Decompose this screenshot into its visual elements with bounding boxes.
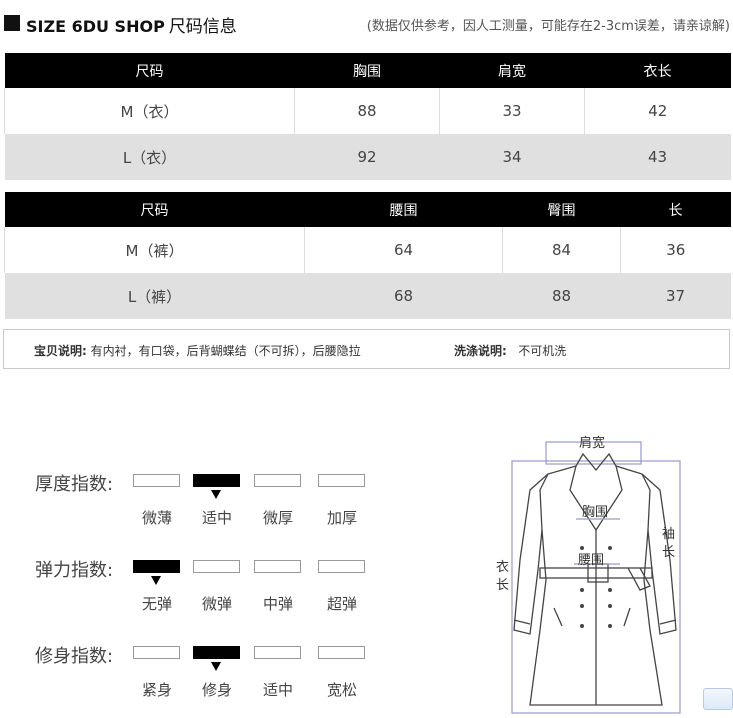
scale-option-label: 无弹 — [141, 595, 172, 613]
waist-label: 腰围 — [578, 553, 604, 568]
pocket-flaps — [553, 607, 631, 627]
column-header: 长 — [620, 192, 731, 227]
column-header: 衣长 — [584, 53, 731, 88]
scale-label: 厚度指数: — [35, 474, 114, 495]
scale-box — [133, 646, 180, 659]
table-cell: 88 — [294, 88, 440, 134]
bottom-size-table: 尺码 腰围 臀围 长 M（裤） 64 84 36 L（裤） 68 88 37 — [4, 192, 731, 319]
coat-measurement-diagram: 肩宽 胸围 腰围 袖 长 衣 长 — [496, 435, 681, 714]
item-description: 宝贝说明: 有内衬，有口袋，后背蝴蝶结（不可拆），后腰隐拉 — [34, 342, 361, 359]
table-cell: 37 — [620, 273, 731, 319]
size-cell: M（衣） — [4, 88, 295, 134]
scale-box — [318, 474, 365, 487]
scale-label: 修身指数: — [35, 646, 114, 667]
sleeve-cuffs — [513, 619, 677, 625]
wash-description-text: 不可机洗 — [518, 344, 567, 358]
table-header-row: 尺码 胸围 肩宽 衣长 — [4, 53, 731, 88]
scale-option-label: 宽松 — [326, 681, 357, 699]
measurement-note: (数据仅供参考，因人工测量，可能存在2-3cm误差，请亲谅解) — [366, 19, 730, 34]
selected-arrow-icon — [211, 662, 221, 671]
table-cell: 43 — [584, 134, 731, 180]
scale-option-label: 微薄 — [141, 509, 172, 527]
table-row: M（衣） 88 33 42 — [4, 88, 731, 134]
table-cell: 84 — [502, 227, 621, 273]
column-header: 肩宽 — [439, 53, 585, 88]
scale-box — [193, 560, 240, 573]
belt-tail — [627, 567, 651, 591]
scale-box — [133, 474, 180, 487]
column-header: 腰围 — [304, 192, 503, 227]
scale-box — [254, 560, 301, 573]
selected-arrow-icon — [151, 576, 161, 585]
scale-option-label: 修身 — [201, 681, 232, 699]
length-label-1: 衣 — [496, 559, 509, 575]
scale-option-label: 超弹 — [326, 595, 357, 613]
column-header: 尺码 — [4, 53, 295, 88]
brand-title: SIZE 6DU SHOP 尺码信息 — [26, 12, 237, 37]
scale-option-label: 适中 — [201, 509, 232, 527]
sleeve-label-2: 长 — [662, 545, 675, 560]
sleeve-label-1: 袖 — [662, 527, 675, 542]
chest-label: 胸围 — [582, 505, 608, 520]
table-row: L（衣） 92 34 43 — [4, 134, 731, 180]
table-row: L（裤） 68 88 37 — [4, 273, 731, 319]
wash-description: 洗涤说明: 不可机洗 — [454, 342, 566, 359]
table-cell: 42 — [584, 88, 731, 134]
column-header: 尺码 — [4, 192, 305, 227]
scale-option-label: 微厚 — [262, 509, 293, 527]
scale-option-label: 加厚 — [326, 509, 357, 527]
table-cell: 33 — [439, 88, 585, 134]
item-description-text: 有内衬，有口袋，后背蝴蝶结（不可拆），后腰隐拉 — [90, 344, 361, 358]
size-cell: M（裤） — [4, 227, 305, 273]
column-header: 胸围 — [294, 53, 440, 88]
scale-box — [318, 560, 365, 573]
scale-option-label: 适中 — [262, 681, 293, 699]
scale-box-selected — [133, 560, 180, 573]
table-cell: 36 — [620, 227, 731, 273]
size-cell: L（衣） — [4, 134, 295, 180]
scale-label: 弹力指数: — [35, 560, 114, 581]
brand-name: SIZE 6DU SHOP — [26, 17, 165, 36]
item-description-box: 宝贝说明: 有内衬，有口袋，后背蝴蝶结（不可拆），后腰隐拉 洗涤说明: 不可机洗 — [3, 329, 730, 369]
size-cell: L（裤） — [4, 273, 305, 319]
table-header-row: 尺码 腰围 臀围 长 — [4, 192, 731, 227]
header-title: 尺码信息 — [168, 17, 237, 37]
table-row: M（裤） 64 84 36 — [4, 227, 731, 273]
scale-option-label: 中弹 — [262, 595, 293, 613]
scale-box-selected — [193, 646, 240, 659]
shoulder-label: 肩宽 — [579, 435, 605, 451]
table-cell: 34 — [439, 134, 585, 180]
item-description-label: 宝贝说明: — [34, 344, 87, 358]
scale-option-label: 微弹 — [201, 595, 232, 613]
table-cell: 88 — [502, 273, 621, 319]
selected-arrow-icon — [211, 490, 221, 499]
top-size-table: 尺码 胸围 肩宽 衣长 M（衣） 88 33 42 L（衣） 92 34 43 — [4, 53, 731, 180]
table-cell: 68 — [304, 273, 503, 319]
size-header: SIZE 6DU SHOP 尺码信息 (数据仅供参考，因人工测量，可能存在2-3c… — [4, 8, 730, 38]
table-cell: 64 — [304, 227, 503, 273]
scale-option-label: 紧身 — [141, 681, 172, 699]
collar-outline — [575, 452, 617, 472]
scale-box — [254, 474, 301, 487]
header-square-icon — [4, 15, 20, 31]
corner-button[interactable] — [703, 688, 733, 710]
wash-description-label: 洗涤说明: — [454, 344, 507, 358]
length-label-2: 长 — [496, 578, 509, 593]
scale-box-selected — [193, 474, 240, 487]
scale-box — [254, 646, 301, 659]
column-header: 臀围 — [502, 192, 621, 227]
scale-box — [318, 646, 365, 659]
lapel-outline — [569, 465, 623, 532]
table-cell: 92 — [294, 134, 440, 180]
